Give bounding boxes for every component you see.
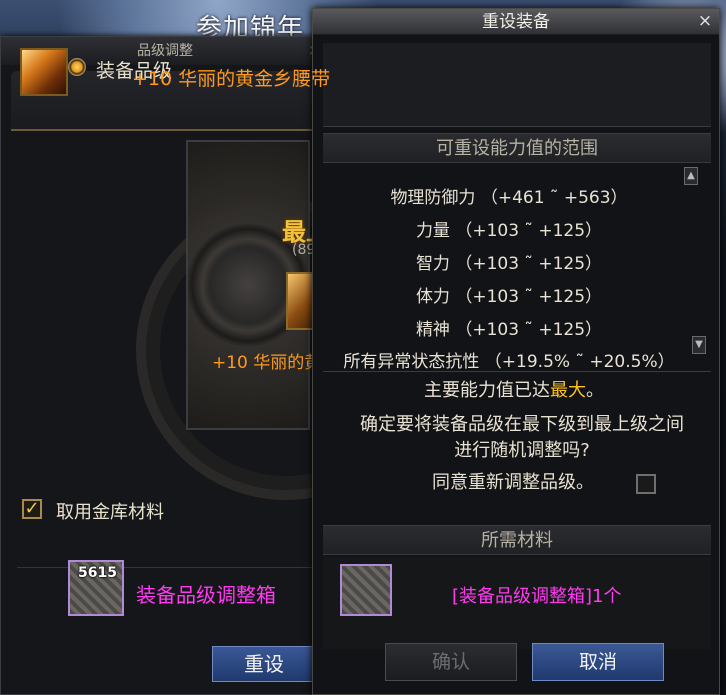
use-vault-label: 取用金库材料 — [56, 502, 164, 523]
scroll-up-icon[interactable]: ▲ — [684, 167, 698, 185]
reset-button[interactable]: 重设 — [212, 646, 316, 682]
max-message-prefix: 主要能力值已达 — [424, 380, 550, 401]
stat-spirit: 精神 （+103 ˜ +125） — [415, 320, 603, 340]
stat-range-list: 物理防御力 （+461 ˜ +563） 力量 （+103 ˜ +125） 智力 … — [323, 169, 711, 372]
cancel-button[interactable]: 取消 — [532, 643, 664, 681]
confirm-button[interactable]: 确认 — [385, 643, 517, 681]
material-name: [装备品级调整箱]1个 — [452, 586, 622, 607]
scroll-down-icon[interactable]: ▼ — [692, 336, 706, 354]
max-message: 主要能力值已达最大。 — [424, 376, 604, 402]
stat-strength: 力量 （+103 ˜ +125） — [415, 221, 603, 241]
stat-physical-defense: 物理防御力 （+461 ˜ +563） — [390, 188, 628, 208]
agree-label: 同意重新调整品级。 — [432, 472, 594, 493]
stat-status-resist: 所有异常状态抗性 （+19.5% ˜ +20.5%） — [343, 352, 675, 372]
max-message-suffix: 。 — [586, 380, 604, 401]
confirm-line-1: 确定要将装备品级在最下级到最上级之间 — [360, 414, 684, 435]
close-icon[interactable]: × — [695, 11, 715, 31]
confirm-message: 确定要将装备品级在最下级到最上级之间 进行随机调整吗? — [330, 412, 714, 464]
equipment-box-icon[interactable] — [340, 564, 392, 616]
material-count: 5615 — [78, 565, 117, 581]
item-row — [323, 43, 711, 127]
max-message-highlight: 最大 — [550, 380, 586, 401]
materials-header: 所需材料 — [323, 525, 711, 555]
range-header: 可重设能力值的范围 — [323, 133, 711, 163]
radio-selected-icon[interactable] — [68, 58, 86, 76]
dialog-title: 重设装备 — [482, 12, 550, 32]
left-material-name: 装备品级调整箱 — [136, 583, 276, 607]
belt-icon[interactable] — [20, 48, 68, 96]
stat-intelligence: 智力 （+103 ˜ +125） — [415, 254, 603, 274]
use-vault-checkbox[interactable]: ✓ — [22, 499, 42, 519]
checkmark-icon: ✓ — [24, 498, 40, 519]
stat-vitality: 体力 （+103 ˜ +125） — [415, 287, 603, 307]
item-name: +10 华丽的黄金乡腰带 — [132, 68, 331, 90]
confirm-line-2: 进行随机调整吗? — [454, 440, 590, 461]
agree-checkbox[interactable] — [636, 474, 656, 494]
